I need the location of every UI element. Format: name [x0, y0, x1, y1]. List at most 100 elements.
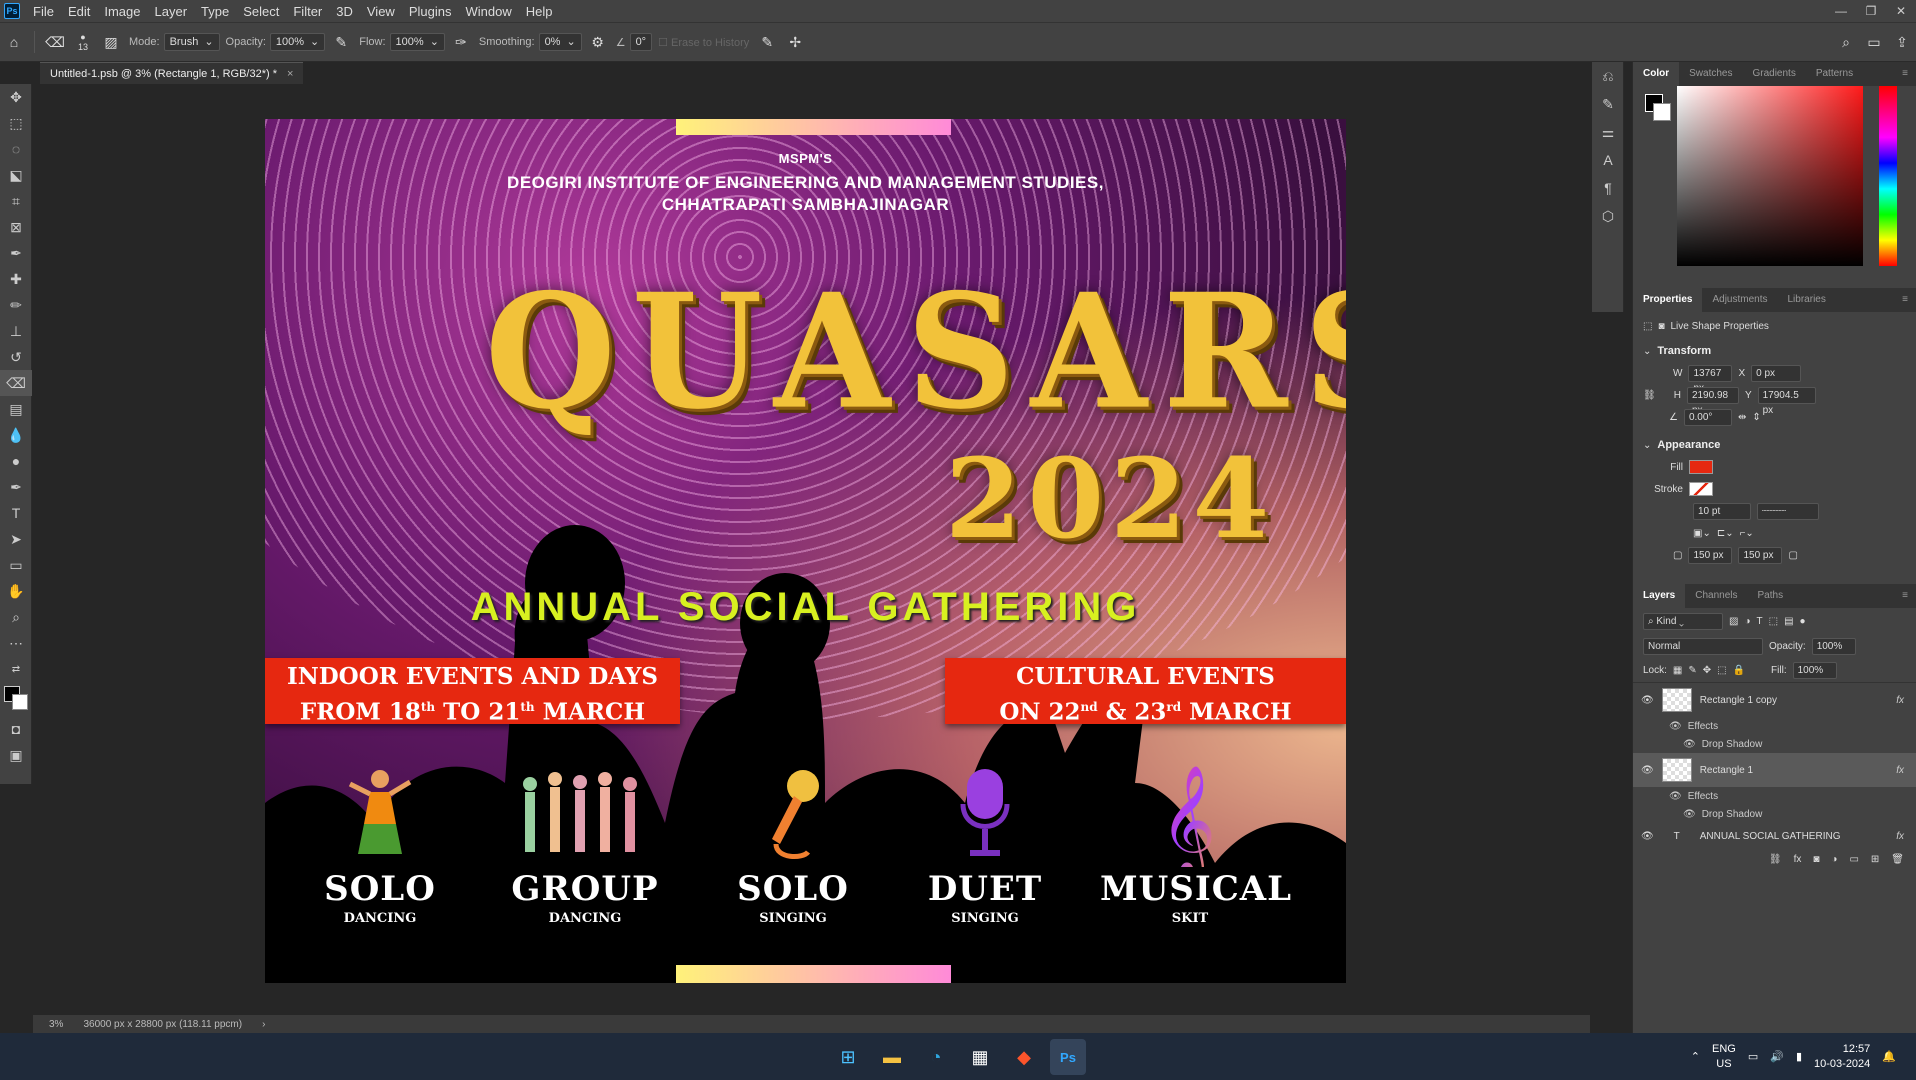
- eye-icon[interactable]: 👁: [1641, 765, 1654, 776]
- menu-edit[interactable]: Edit: [61, 4, 97, 19]
- battery-icon[interactable]: ▮: [1796, 1050, 1802, 1063]
- eyedropper-tool-icon[interactable]: ✒: [0, 240, 32, 266]
- menu-image[interactable]: Image: [97, 4, 147, 19]
- effects-row[interactable]: 👁 Effects: [1633, 787, 1916, 805]
- effect-row[interactable]: 👁 Drop Shadow: [1633, 805, 1916, 823]
- edge-icon[interactable]: ◔: [918, 1039, 954, 1075]
- chevron-up-icon[interactable]: ⌃: [1691, 1050, 1700, 1063]
- angle-input[interactable]: 0°: [629, 33, 653, 51]
- eye-icon[interactable]: 👁: [1641, 831, 1654, 842]
- background-swatch[interactable]: [1653, 103, 1671, 121]
- menu-plugins[interactable]: Plugins: [402, 4, 459, 19]
- layer-row[interactable]: 👁 Rectangle 1 copy fx: [1633, 683, 1916, 717]
- healing-brush-tool-icon[interactable]: ✚: [0, 266, 32, 292]
- opacity-input[interactable]: 100% ⌄: [269, 33, 326, 51]
- tab-patterns[interactable]: Patterns: [1806, 62, 1863, 86]
- 3d-panel-icon[interactable]: ⬡: [1592, 202, 1624, 230]
- path-select-tool-icon[interactable]: ➤: [0, 526, 32, 552]
- airbrush-icon[interactable]: ✑: [450, 31, 472, 53]
- new-group-icon[interactable]: ▭: [1849, 854, 1858, 865]
- home-icon[interactable]: ⌂: [3, 31, 25, 53]
- effects-row[interactable]: 👁 Effects: [1633, 717, 1916, 735]
- flip-horizontal-icon[interactable]: ⇹: [1738, 412, 1746, 423]
- stroke-swatch[interactable]: [1689, 482, 1713, 496]
- move-tool-icon[interactable]: ✥: [0, 84, 32, 110]
- display-icon[interactable]: ▭: [1748, 1050, 1758, 1063]
- transform-header[interactable]: ⌄ Transform: [1633, 340, 1916, 362]
- pressure-size-icon[interactable]: ✎: [756, 31, 778, 53]
- menu-file[interactable]: File: [26, 4, 61, 19]
- erase-to-history-checkbox[interactable]: ☐ Erase to History: [658, 36, 749, 49]
- width-input[interactable]: 13767 px: [1688, 364, 1733, 394]
- restore-button[interactable]: ❐: [1856, 0, 1886, 22]
- volume-icon[interactable]: 🔊: [1770, 1050, 1784, 1063]
- tab-channels[interactable]: Channels: [1685, 584, 1747, 608]
- filter-shape-icon[interactable]: ⬚: [1769, 616, 1778, 627]
- close-button[interactable]: ✕: [1886, 0, 1916, 22]
- character-panel-icon[interactable]: A: [1592, 146, 1624, 174]
- corner-radius-2[interactable]: 150 px: [1738, 546, 1783, 564]
- new-layer-icon[interactable]: ⊞: [1871, 854, 1879, 865]
- file-explorer-icon[interactable]: ▬: [874, 1039, 910, 1075]
- menu-3d[interactable]: 3D: [329, 4, 360, 19]
- tab-color[interactable]: Color: [1633, 62, 1680, 86]
- brave-icon[interactable]: ◆: [1006, 1039, 1042, 1075]
- object-select-tool-icon[interactable]: ⬕: [0, 162, 32, 188]
- flow-input[interactable]: 100% ⌄: [389, 33, 445, 51]
- screen-mode-icon[interactable]: ▣: [0, 742, 32, 768]
- link-layers-icon[interactable]: ⛓: [1769, 854, 1782, 865]
- filter-adjust-icon[interactable]: ◑: [1744, 616, 1750, 627]
- lock-paint-icon[interactable]: ✎: [1688, 665, 1696, 676]
- start-icon[interactable]: ⊞: [830, 1039, 866, 1075]
- menu-layer[interactable]: Layer: [148, 4, 195, 19]
- quick-mask-icon[interactable]: ◘: [0, 716, 32, 742]
- zoom-tool-icon[interactable]: ⌕: [0, 604, 32, 630]
- swap-colors-icon[interactable]: ⇄: [0, 656, 32, 682]
- zoom-level[interactable]: 3%: [49, 1019, 63, 1030]
- add-mask-icon[interactable]: ◙: [1813, 854, 1819, 865]
- menu-type[interactable]: Type: [194, 4, 236, 19]
- tab-layers[interactable]: Layers: [1633, 584, 1686, 608]
- rectangle-tool-icon[interactable]: ▭: [0, 552, 32, 578]
- layer-row-selected[interactable]: 👁 Rectangle 1 fx: [1633, 753, 1916, 787]
- blur-tool-icon[interactable]: 💧: [0, 422, 32, 448]
- eye-icon[interactable]: 👁: [1683, 809, 1696, 820]
- link-icon[interactable]: ⛓: [1643, 390, 1656, 401]
- status-arrow-icon[interactable]: ›: [262, 1019, 265, 1030]
- history-brush-tool-icon[interactable]: ↺: [0, 344, 32, 370]
- brush-preset-picker[interactable]: ● 13: [72, 31, 94, 53]
- document-tab[interactable]: Untitled-1.psb @ 3% (Rectangle 1, RGB/32…: [40, 62, 304, 84]
- stroke-corners-icon[interactable]: ⌐⌄: [1740, 528, 1754, 539]
- appearance-header[interactable]: ⌄ Appearance: [1633, 434, 1916, 456]
- layer-kind-select[interactable]: ⌕ Kind ⌄: [1643, 612, 1723, 630]
- language-indicator[interactable]: ENG US: [1712, 1042, 1736, 1072]
- adjustment-layer-icon[interactable]: ◑: [1831, 854, 1837, 865]
- menu-window[interactable]: Window: [458, 4, 518, 19]
- lock-position-icon[interactable]: ✥: [1703, 665, 1711, 676]
- menu-view[interactable]: View: [360, 4, 402, 19]
- angle-input[interactable]: 0.00°: [1683, 408, 1732, 426]
- tab-adjustments[interactable]: Adjustments: [1702, 288, 1777, 312]
- eraser-tool-icon[interactable]: ⌫: [0, 370, 32, 396]
- mode-select[interactable]: Brush ⌄: [163, 33, 220, 51]
- gradient-tool-icon[interactable]: ▤: [0, 396, 32, 422]
- layer-opacity-input[interactable]: 100%: [1811, 637, 1856, 655]
- lock-all-icon[interactable]: 🔒: [1733, 665, 1745, 676]
- blend-mode-select[interactable]: Normal: [1643, 637, 1763, 655]
- minimize-button[interactable]: —: [1826, 0, 1856, 22]
- lock-artboard-icon[interactable]: ⬚: [1717, 665, 1726, 676]
- tab-libraries[interactable]: Libraries: [1778, 288, 1836, 312]
- panel-menu-icon[interactable]: ≡: [1894, 62, 1916, 86]
- stroke-caps-icon[interactable]: ⊏⌄: [1717, 528, 1734, 539]
- eye-icon[interactable]: 👁: [1641, 695, 1654, 706]
- menu-filter[interactable]: Filter: [286, 4, 329, 19]
- height-input[interactable]: 2190.98 px: [1686, 386, 1739, 416]
- symmetry-icon[interactable]: ✢: [784, 31, 806, 53]
- frame-tool-icon[interactable]: ⊠: [0, 214, 32, 240]
- menu-help[interactable]: Help: [519, 4, 560, 19]
- pressure-opacity-icon[interactable]: ✎: [330, 31, 352, 53]
- filter-pixel-icon[interactable]: ▨: [1729, 616, 1738, 627]
- tab-paths[interactable]: Paths: [1748, 584, 1794, 608]
- filter-type-icon[interactable]: T: [1757, 616, 1763, 627]
- filter-smart-icon[interactable]: ▤: [1784, 616, 1793, 627]
